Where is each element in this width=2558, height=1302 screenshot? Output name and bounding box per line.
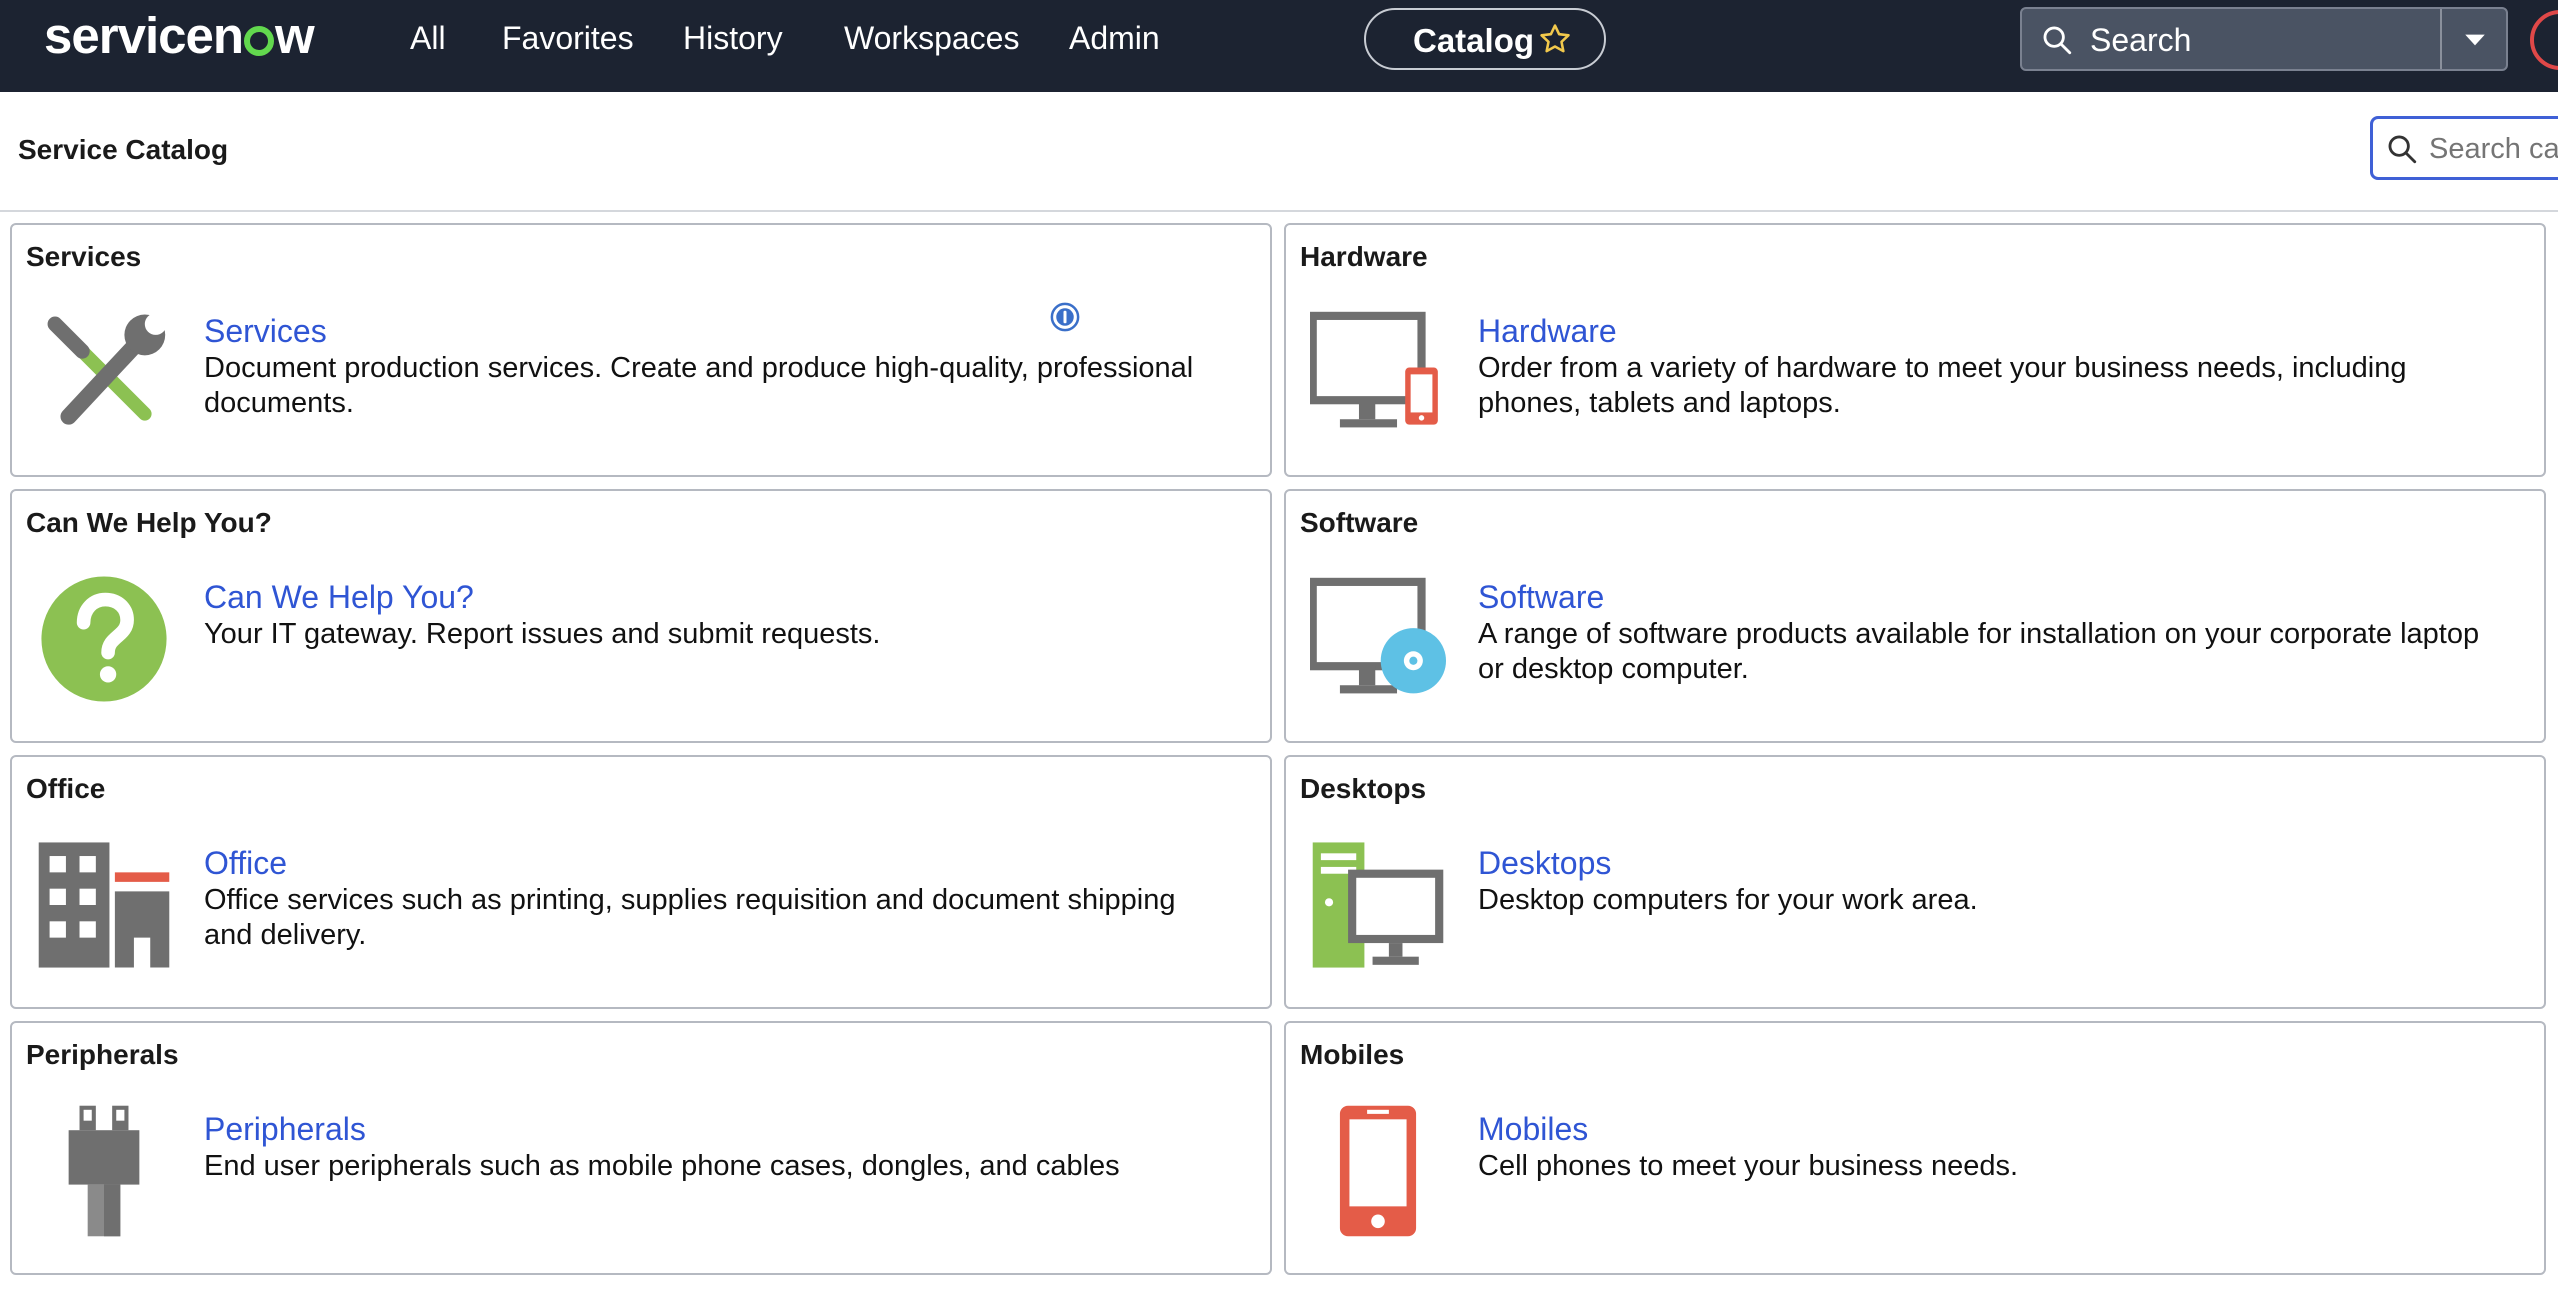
card-description: A range of software products available f… <box>1478 618 2480 685</box>
favorite-star-icon[interactable] <box>1538 22 1572 56</box>
card-header: Hardware <box>1300 241 1428 272</box>
category-card-mobiles: Mobiles Mobiles Cell phones to meet your… <box>1284 1021 2546 1275</box>
card-description: Document production services. Create and… <box>204 352 1194 419</box>
card-header: Mobiles <box>1300 1039 1405 1070</box>
category-link-can-we-help-you[interactable]: Can We Help You? <box>204 579 474 616</box>
global-search-label: Search <box>2090 22 2192 58</box>
category-link-hardware[interactable]: Hardware <box>1478 313 1617 350</box>
card-header: Peripherals <box>26 1039 179 1070</box>
category-card-peripherals: Peripherals Peripherals End user periphe… <box>10 1021 1272 1275</box>
card-header: Software <box>1300 507 1419 538</box>
search-icon <box>2043 26 2072 55</box>
help-icon <box>41 576 167 702</box>
category-link-peripherals[interactable]: Peripherals <box>204 1111 366 1148</box>
category-card-hardware: Hardware Hardware Order from a variety o… <box>1284 223 2546 477</box>
category-link-software[interactable]: Software <box>1478 579 1604 616</box>
category-link-desktops[interactable]: Desktops <box>1478 845 1611 882</box>
nav-all[interactable]: All <box>410 20 446 57</box>
category-link-office[interactable]: Office <box>204 845 287 882</box>
tools-icon <box>47 313 167 425</box>
search-divider <box>2440 9 2442 69</box>
card-header: Services <box>26 241 142 272</box>
card-description: Your IT gateway. Report issues and submi… <box>204 618 881 650</box>
servicenow-logo[interactable]: servicen w <box>44 6 315 65</box>
catalog-context-pill[interactable]: Catalog <box>1364 8 1606 70</box>
nav-admin[interactable]: Admin <box>1069 20 1160 57</box>
card-description: Order from a variety of hardware to meet… <box>1478 352 2407 419</box>
nav-workspaces[interactable]: Workspaces <box>844 20 1019 57</box>
hardware-icon <box>1310 311 1438 428</box>
plug-icon <box>68 1105 140 1237</box>
card-description: Desktop computers for your work area. <box>1478 884 1978 916</box>
top-navigation-bar: servicen w All Favorites History Workspac… <box>0 0 2558 92</box>
card-header: Desktops <box>1300 773 1427 804</box>
mobile-phone-icon <box>1339 1105 1417 1237</box>
catalog-search-input[interactable] <box>2429 129 2558 169</box>
category-card-services: Services Services Document production se… <box>10 223 1272 477</box>
catalog-pill-label: Catalog <box>1413 22 1535 59</box>
card-header: Office <box>26 773 106 804</box>
card-description: Cell phones to meet your business needs. <box>1478 1150 2019 1182</box>
card-description: Office services such as printing, suppli… <box>204 884 1176 951</box>
catalog-header: Service Catalog <box>0 92 2558 212</box>
catalog-search-box[interactable] <box>2370 116 2558 180</box>
category-card-desktops: Desktops Desktops Desktop computers for … <box>1284 755 2546 1009</box>
card-header: Can We Help You? <box>26 507 272 538</box>
card-description: End user peripherals such as mobile phon… <box>204 1150 1120 1182</box>
search-icon <box>2388 135 2417 164</box>
software-icon <box>1310 577 1446 694</box>
user-avatar[interactable] <box>2530 10 2558 70</box>
global-search-field[interactable]: Search <box>2020 7 2508 71</box>
office-building-icon <box>38 842 170 968</box>
category-link-services[interactable]: Services <box>204 313 327 350</box>
category-link-mobiles[interactable]: Mobiles <box>1478 1111 1588 1148</box>
password-manager-icon[interactable] <box>1050 302 1080 332</box>
nav-favorites[interactable]: Favorites <box>502 20 634 57</box>
page-title: Service Catalog <box>18 134 229 165</box>
chevron-down-icon[interactable] <box>2462 27 2488 53</box>
category-card-can-we-help-you: Can We Help You? Can We Help You? Your I… <box>10 489 1272 743</box>
category-card-office: Office Office Office services such as pr… <box>10 755 1272 1009</box>
desktop-icon <box>1312 842 1444 968</box>
nav-history[interactable]: History <box>683 20 783 57</box>
category-card-software: Software Software A range of software pr… <box>1284 489 2546 743</box>
